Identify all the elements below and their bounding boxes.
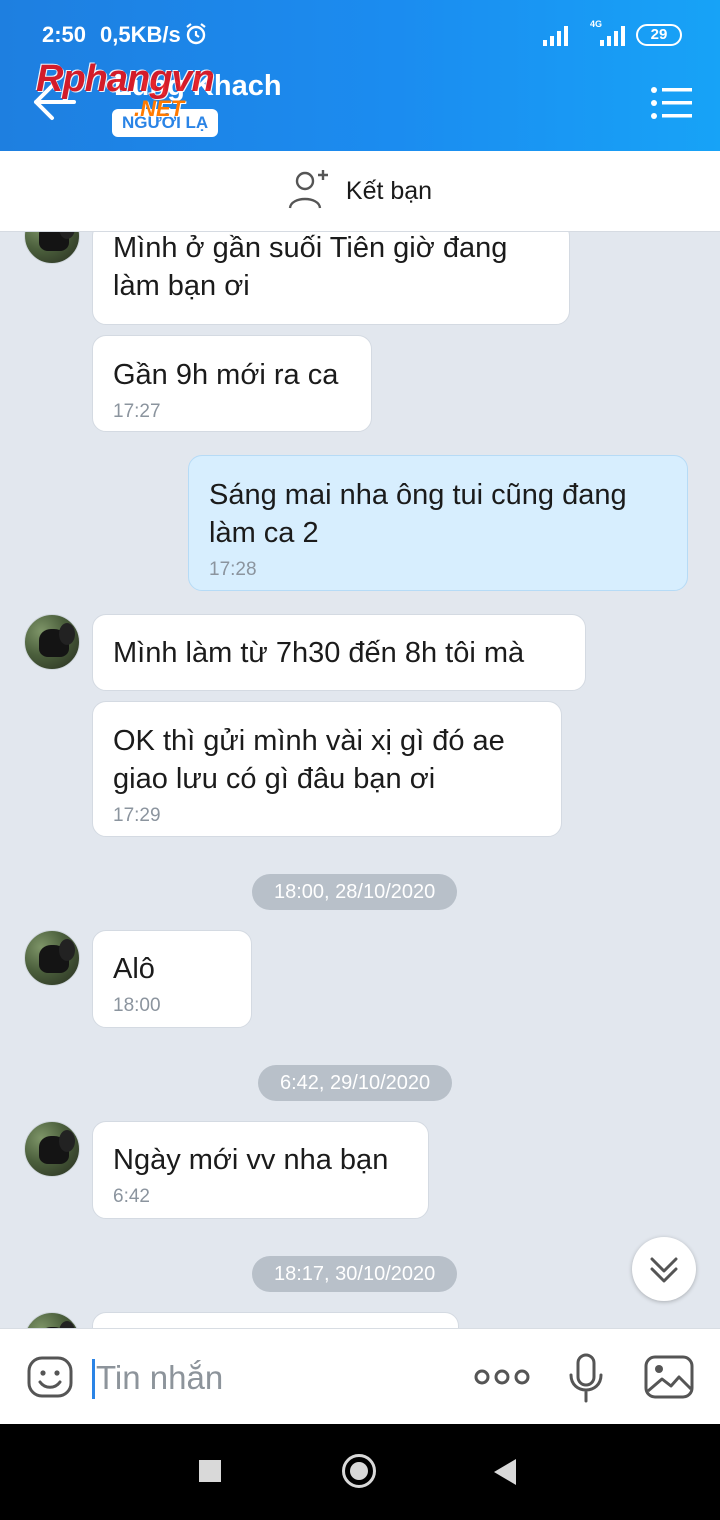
text-cursor xyxy=(92,1359,95,1399)
message-text: Ngày mới vv nha bạn xyxy=(113,1144,389,1176)
contact-avatar[interactable] xyxy=(24,1121,80,1177)
network-speed: 0,5KB/s xyxy=(100,22,181,47)
battery-indicator: 29 xyxy=(636,24,682,46)
contact-avatar[interactable] xyxy=(24,232,80,264)
composer-bar xyxy=(0,1328,720,1424)
more-options-icon[interactable] xyxy=(474,1363,530,1391)
message-text: Mình ở gần suối Tiên giờ đang làm bạn ơi xyxy=(113,232,508,302)
contact-avatar[interactable] xyxy=(24,930,80,986)
message-time: 17:28 xyxy=(209,559,257,580)
status-time: 2:50 xyxy=(42,22,87,47)
status-bar: 2:50 0,5KB/s 4G 29 xyxy=(0,0,720,60)
signal-4g-icon xyxy=(600,24,628,51)
message-bubble-received[interactable]: Alô 18:00 xyxy=(92,930,252,1028)
add-friend-button[interactable]: Kết bạn xyxy=(0,151,720,232)
image-gallery-icon[interactable] xyxy=(644,1355,694,1399)
message-bubble-received[interactable]: Mình ở gần suối Tiên giờ đang làm bạn ơi xyxy=(92,232,570,325)
message-bubble-received[interactable]: Mình làm từ 7h30 đến 8h tôi mà xyxy=(92,614,586,691)
recent-apps-button[interactable] xyxy=(199,1460,221,1482)
message-text: Mình làm từ 7h30 đến 8h tôi mà xyxy=(113,637,525,669)
message-text: Gần 9h mới ra ca xyxy=(113,359,339,391)
contact-avatar[interactable] xyxy=(24,614,80,670)
menu-list-icon[interactable] xyxy=(650,86,694,120)
message-bubble-sent[interactable]: Sáng mai nha ông tui cũng đang làm ca 2 … xyxy=(188,455,688,591)
watermark-logo: Rphangvn xyxy=(36,58,215,100)
double-chevron-down-icon xyxy=(650,1257,678,1283)
system-nav-bar xyxy=(0,1424,720,1520)
message-bubble-received[interactable]: Gần 9h mới ra ca 17:27 xyxy=(92,335,372,432)
message-time: 6:42 xyxy=(113,1186,150,1207)
message-time: 18:00 xyxy=(113,995,161,1016)
message-list[interactable]: Mình ở gần suối Tiên giờ đang làm bạn ơi… xyxy=(0,232,720,1328)
signal-icon xyxy=(543,24,573,51)
alarm-icon xyxy=(184,22,208,51)
microphone-icon[interactable] xyxy=(566,1353,606,1403)
date-separator: 18:17, 30/10/2020 xyxy=(252,1256,458,1292)
contact-avatar[interactable] xyxy=(24,1312,80,1328)
message-text: Alô xyxy=(113,953,155,985)
watermark-logo-sub: .NET xyxy=(134,96,185,121)
scroll-to-bottom-button[interactable] xyxy=(632,1237,696,1301)
home-button[interactable] xyxy=(342,1454,376,1488)
message-input[interactable] xyxy=(96,1353,456,1403)
message-bubble-received[interactable]: Ngày mới vv nha bạn 6:42 xyxy=(92,1121,429,1219)
date-separator: 6:42, 29/10/2020 xyxy=(258,1065,453,1101)
emoji-icon[interactable] xyxy=(26,1353,74,1401)
system-back-button[interactable] xyxy=(494,1459,516,1485)
message-time: 17:27 xyxy=(113,401,161,422)
add-user-icon xyxy=(288,168,332,215)
message-text: Sáng mai nha ông tui cũng đang làm ca 2 xyxy=(209,479,627,549)
chat-header: 2:50 0,5KB/s 4G 29 Lung Khach NGƯỜI LẠ R… xyxy=(0,0,720,151)
message-text: OK thì gửi mình vài xị gì đó ae giao lưu… xyxy=(113,725,505,795)
message-bubble-received[interactable] xyxy=(92,1312,459,1328)
date-separator: 18:00, 28/10/2020 xyxy=(252,874,458,910)
add-friend-label: Kết bạn xyxy=(345,176,433,205)
message-bubble-received[interactable]: OK thì gửi mình vài xị gì đó ae giao lưu… xyxy=(92,701,562,837)
message-time: 17:29 xyxy=(113,805,161,826)
